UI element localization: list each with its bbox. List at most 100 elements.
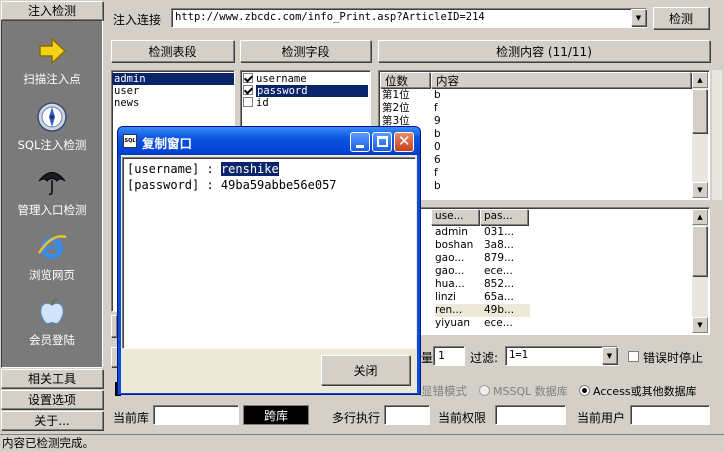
grid-cell: 第2位 xyxy=(382,102,410,114)
grid-cell: 第1位 xyxy=(382,89,410,101)
tab-injection-detect[interactable]: 注入检测 xyxy=(1,1,103,20)
fields-header[interactable]: 检测字段 xyxy=(240,40,371,62)
scroll-thumb[interactable] xyxy=(692,226,707,276)
content-header: 检测内容 (11/11) xyxy=(378,40,710,62)
grid-cell: f xyxy=(434,167,438,179)
status-bar: 内容已检测完成。 xyxy=(0,434,724,452)
stop-on-error-label: 错误时停止 xyxy=(643,351,704,365)
table-row[interactable]: 第2位 f xyxy=(382,102,634,115)
list-item[interactable]: admin xyxy=(112,73,234,85)
scroll-up-icon[interactable]: ▲ xyxy=(692,72,708,88)
cross-db-button[interactable]: 跨库 xyxy=(243,405,309,425)
grid-cell: b xyxy=(434,89,441,101)
tables-header[interactable]: 检测表段 xyxy=(111,40,234,62)
sidebar-item-sql[interactable]: SQL注入检测 xyxy=(2,101,102,153)
scroll-thumb[interactable] xyxy=(692,89,707,133)
table-row[interactable]: 第1位 b xyxy=(382,89,634,102)
grid-header-username[interactable]: use... xyxy=(431,209,479,225)
checkbox[interactable] xyxy=(243,85,253,95)
grid-header-password[interactable]: pas... xyxy=(480,209,528,225)
tab-settings[interactable]: 设置选项 xyxy=(1,390,103,409)
chevron-down-icon[interactable]: ▼ xyxy=(602,347,617,364)
sidebar-item-member-login[interactable]: 会员登陆 xyxy=(2,296,102,348)
grid-header-position[interactable]: 位数 xyxy=(380,72,430,88)
list-item[interactable]: id xyxy=(241,97,370,109)
table-row[interactable]: gao... 879... xyxy=(435,252,530,265)
table-row[interactable]: 第3位 9 xyxy=(382,115,634,128)
table-row[interactable]: hua... 852... xyxy=(435,278,530,291)
scroll-down-icon[interactable]: ▼ xyxy=(692,182,708,198)
detect-button[interactable]: 检测 xyxy=(653,7,709,29)
stop-on-error-checkbox[interactable] xyxy=(628,350,640,362)
table-row[interactable]: linzi 65a... xyxy=(435,291,530,304)
sidebar-item-admin-entry[interactable]: 管理入口检测 xyxy=(2,166,102,218)
grid-cell: 49b... xyxy=(484,304,515,316)
user-field[interactable] xyxy=(630,405,710,425)
grid-cell: gao... xyxy=(435,265,465,277)
grid-header-content[interactable]: 内容 xyxy=(431,72,691,88)
current-db-field[interactable] xyxy=(153,405,239,425)
table-row[interactable]: admin 031... xyxy=(435,226,530,239)
dialog-body: [username] : renshike [password] : 49ba5… xyxy=(121,155,417,393)
grid-cell: b xyxy=(434,128,441,140)
list-item[interactable]: password xyxy=(241,85,370,97)
mssql-radio[interactable] xyxy=(479,385,490,396)
user-grid[interactable]: use... pas... admin 031... boshan 3a8... gao… xyxy=(378,207,710,335)
filter-combobox[interactable]: 1=1 ▼ xyxy=(505,346,618,366)
access-radio[interactable] xyxy=(579,385,590,396)
sql-doc-icon: SQL xyxy=(123,134,137,148)
access-label: Access或其他数据库 xyxy=(593,385,697,398)
sidebar-panel: 扫描注入点 SQL注入检测 管理入口检测 浏览网页 会员登陆 xyxy=(1,20,103,368)
user-label: 当前用户 xyxy=(577,411,626,425)
user-scrollbar[interactable]: ▲ ▼ xyxy=(692,209,708,333)
copy-textarea[interactable]: [username] : renshike [password] : 49ba5… xyxy=(122,157,416,349)
grid-cell: admin xyxy=(435,226,468,238)
grid-cell: hua... xyxy=(435,278,465,290)
thread-label: 量 xyxy=(421,351,434,365)
list-item[interactable]: username xyxy=(241,73,370,85)
tab-related-tools[interactable]: 相关工具 xyxy=(1,369,103,388)
grid-cell: 6 xyxy=(434,154,441,166)
table-row[interactable]: boshan 3a8... xyxy=(435,239,530,252)
grid-cell: f xyxy=(434,102,438,114)
filter-label: 过滤: xyxy=(470,351,499,365)
fields-list[interactable]: username password id xyxy=(240,70,371,130)
sidebar-item-scan[interactable]: 扫描注入点 xyxy=(2,35,102,87)
table-row[interactable]: gao... ece... xyxy=(435,265,530,278)
filter-value: 1=1 xyxy=(509,349,528,361)
arrow-right-icon xyxy=(39,37,67,65)
grid-cell: 9 xyxy=(434,115,441,127)
maximize-icon[interactable] xyxy=(372,132,392,152)
close-icon[interactable]: ✕ xyxy=(394,132,414,152)
grid-cell: 0 xyxy=(434,141,441,153)
thread-input[interactable]: 1 xyxy=(433,346,465,366)
grid-cell: 031... xyxy=(484,226,515,238)
grid-cell: b xyxy=(434,180,441,192)
minimize-icon[interactable] xyxy=(350,132,370,152)
compass-icon xyxy=(37,102,67,132)
list-item[interactable]: news xyxy=(112,97,234,109)
content-scrollbar[interactable]: ▲ ▼ xyxy=(692,72,708,198)
table-row[interactable]: yiyuan ece... xyxy=(435,317,530,330)
checkbox[interactable] xyxy=(243,97,253,107)
checkbox[interactable] xyxy=(243,73,253,83)
url-input[interactable]: http://www.zbcdc.com/info_Print.asp?Arti… xyxy=(175,11,485,23)
close-button[interactable]: 关闭 xyxy=(321,355,410,385)
multi-exec-field[interactable] xyxy=(384,405,430,425)
table-row[interactable]: ren... 49b... xyxy=(435,304,530,317)
grid-cell: yiyuan xyxy=(435,317,471,329)
content-grid[interactable]: 位数 内容 第1位 b 第2位 f 第3位 9 b 0 6 f b ▲ ▼ xyxy=(378,70,710,200)
perm-field[interactable] xyxy=(495,405,566,425)
sidebar-item-browse[interactable]: 浏览网页 xyxy=(2,231,102,283)
grid-cell: 879... xyxy=(484,252,515,264)
ie-browser-icon xyxy=(37,235,67,259)
scroll-up-icon[interactable]: ▲ xyxy=(692,209,708,225)
tab-about[interactable]: 关于... xyxy=(1,411,103,430)
chevron-down-icon[interactable]: ▼ xyxy=(631,9,646,26)
url-label: 注入连接 xyxy=(113,13,162,27)
scroll-down-icon[interactable]: ▼ xyxy=(692,317,708,333)
url-combobox[interactable]: http://www.zbcdc.com/info_Print.asp?Arti… xyxy=(171,8,647,28)
copy-dialog: SQL 复制窗口 ✕ [username] : renshike [passwo… xyxy=(117,126,421,395)
list-item[interactable]: user xyxy=(112,85,234,97)
dialog-titlebar[interactable]: SQL 复制窗口 ✕ xyxy=(118,127,420,155)
